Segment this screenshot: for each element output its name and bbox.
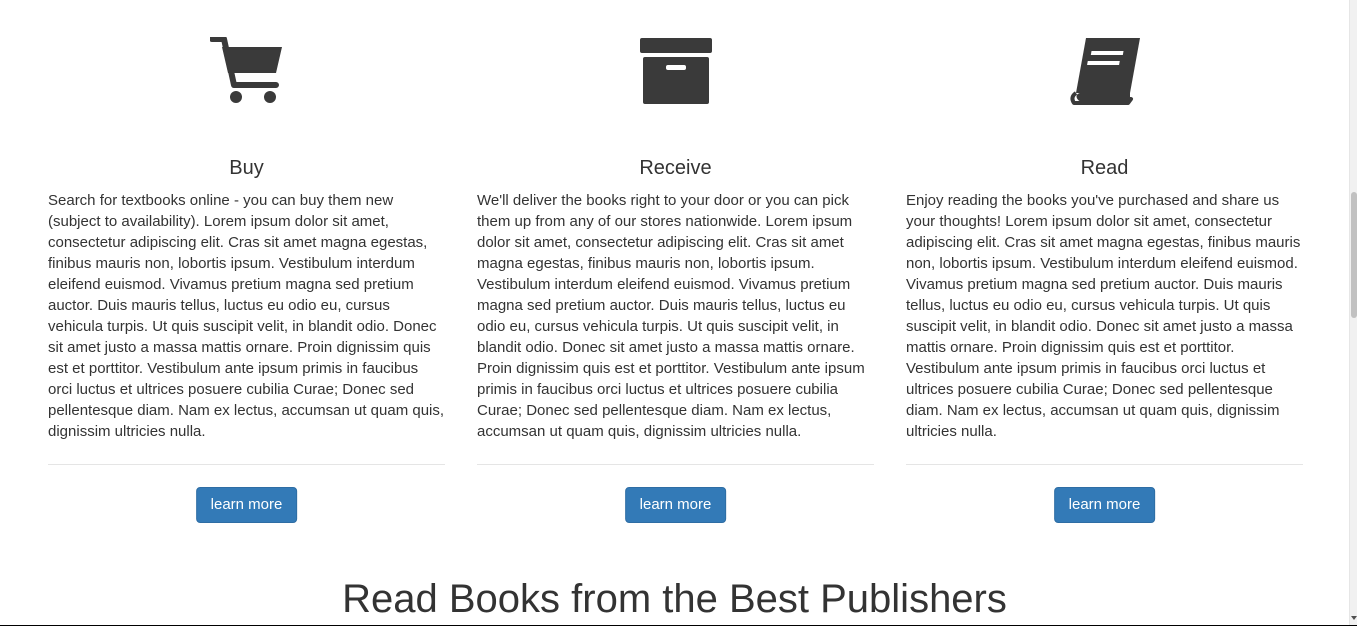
archive-box-icon	[638, 36, 714, 106]
scrollbar-thumb[interactable]	[1351, 192, 1357, 318]
feature-description: Search for textbooks online - you can bu…	[48, 192, 445, 440]
divider	[48, 464, 445, 465]
page: Buy Search for textbooks online - you ca…	[0, 0, 1349, 626]
feature-description: We'll deliver the books right to your do…	[477, 192, 865, 440]
feature-read: Read Enjoy reading the books you've purc…	[906, 0, 1303, 540]
feature-receive: Receive We'll deliver the books right to…	[477, 0, 874, 540]
feature-buy: Buy Search for textbooks online - you ca…	[48, 0, 445, 540]
feature-title: Receive	[639, 157, 712, 179]
feature-description: Enjoy reading the books you've purchased…	[906, 192, 1301, 440]
features-row: Buy Search for textbooks online - you ca…	[32, 0, 1317, 540]
scroll-down-arrow-icon[interactable]	[1351, 616, 1357, 620]
learn-more-button[interactable]: learn more	[624, 487, 727, 523]
divider	[906, 464, 1303, 465]
learn-more-button[interactable]: learn more	[1053, 487, 1156, 523]
vertical-scrollbar[interactable]	[1349, 0, 1357, 626]
feature-title: Read	[1080, 157, 1129, 179]
feature-title: Buy	[229, 157, 264, 179]
shopping-cart-icon	[209, 36, 285, 106]
divider	[477, 464, 874, 465]
book-icon	[1067, 36, 1143, 106]
publishers-heading: Read Books from the Best Publishers	[342, 577, 1007, 621]
learn-more-button[interactable]: learn more	[195, 487, 298, 523]
